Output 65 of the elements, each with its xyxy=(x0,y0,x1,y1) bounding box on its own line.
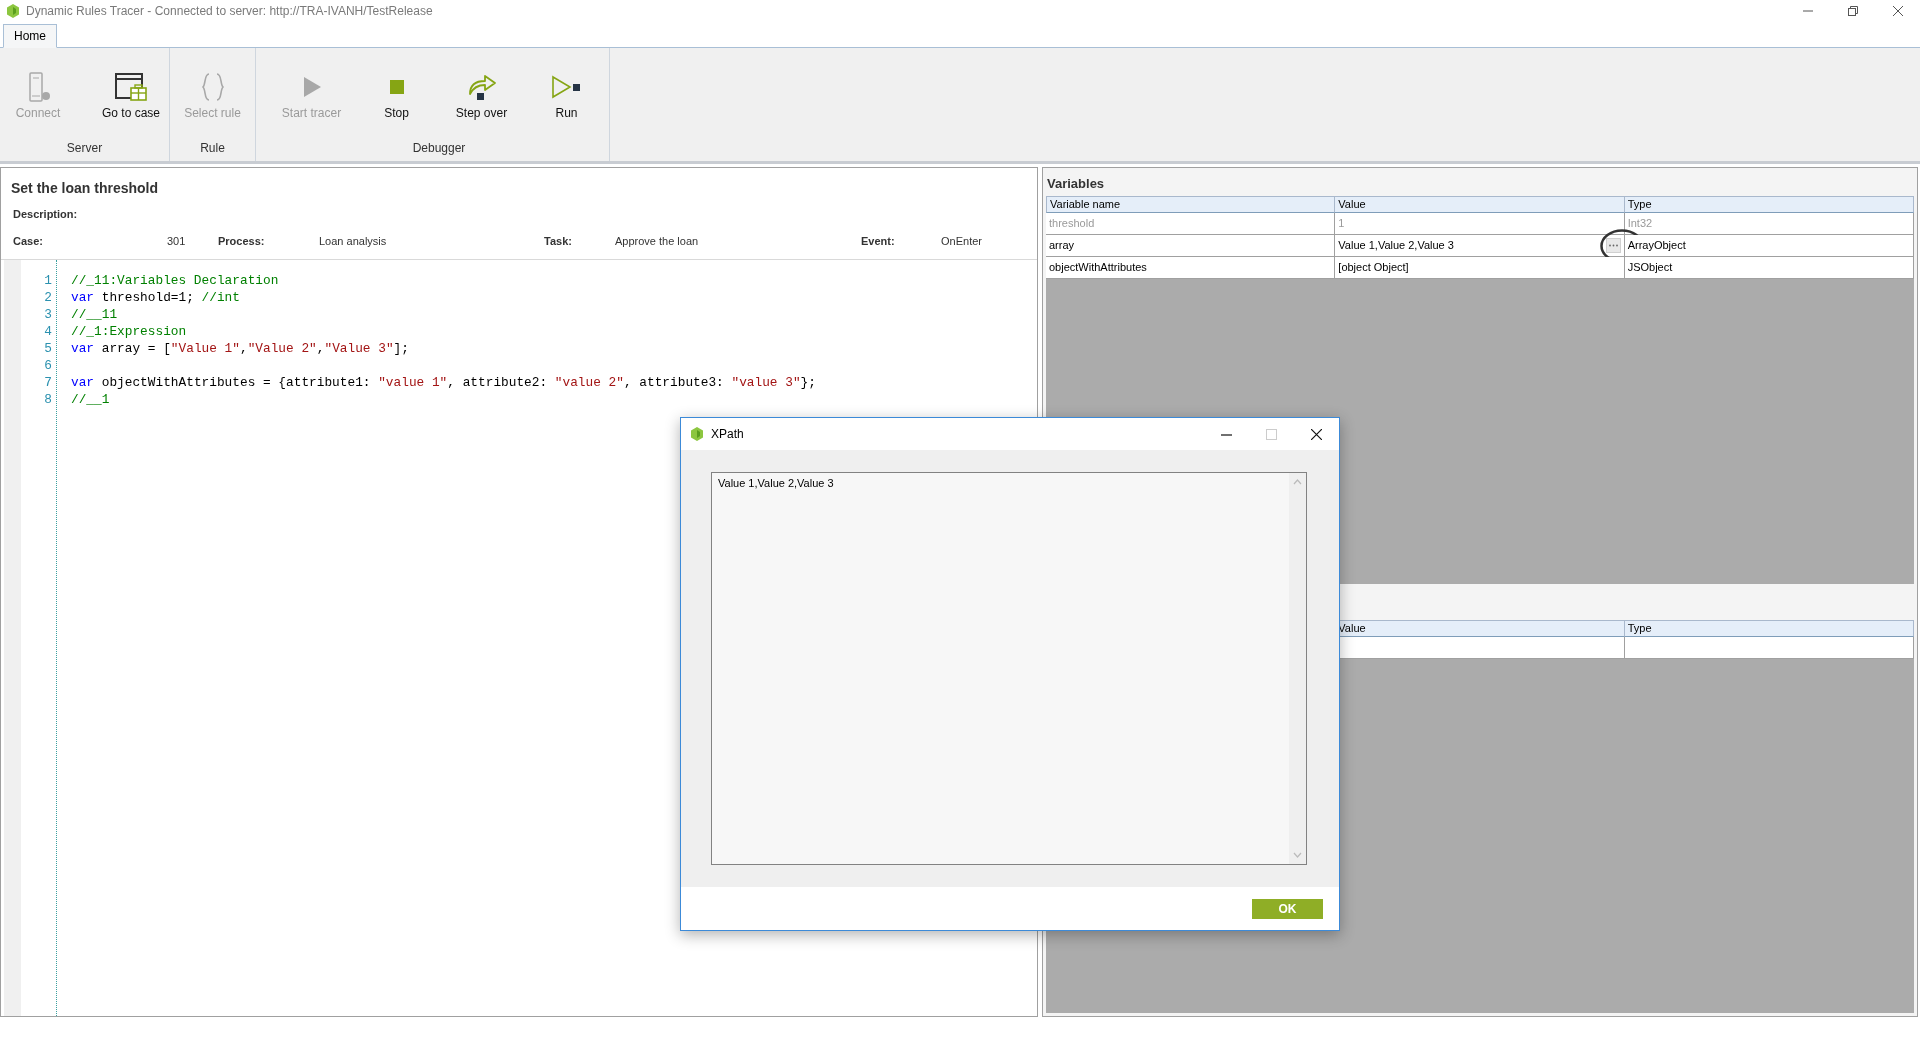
window-title: Dynamic Rules Tracer - Connected to server: http://TRA-IVANH/TestRelease xyxy=(26,4,433,18)
scroll-up-icon xyxy=(1293,479,1302,485)
code-line: //__11 xyxy=(71,306,118,323)
table-cell: JSObject xyxy=(1624,257,1914,279)
field-value: 301 xyxy=(167,235,187,247)
step-over-icon xyxy=(466,72,497,102)
panel-title: Variables xyxy=(1046,175,1106,193)
ribbon-button[interactable]: Step over xyxy=(439,68,524,120)
app-logo-icon xyxy=(689,426,705,442)
ellipsis-button[interactable] xyxy=(1605,238,1621,253)
line-number: 8 xyxy=(43,391,52,408)
group-label: Debugger xyxy=(411,140,467,157)
app-logo-icon xyxy=(5,3,21,19)
line-number: 6 xyxy=(43,357,52,374)
ribbon-button[interactable]: Go to case xyxy=(93,68,169,120)
field-value: OnEnter xyxy=(941,235,983,247)
field-value: Approve the loan xyxy=(615,235,700,247)
field-label: Event: xyxy=(861,235,896,247)
value-field[interactable]: Value 1,Value 2,Value 3 xyxy=(711,472,1307,865)
close-icon xyxy=(1311,428,1322,440)
more-icon xyxy=(1608,244,1618,247)
line-number: 1 xyxy=(43,272,52,289)
line-number: 3 xyxy=(43,306,52,323)
dialog-title: XPath xyxy=(711,427,744,441)
field-label: Task: xyxy=(544,235,573,247)
group-label: Server xyxy=(65,140,104,157)
window-icon xyxy=(114,71,148,103)
column-header[interactable]: Value xyxy=(1335,196,1625,213)
line-number: 2 xyxy=(43,289,52,306)
group-label: Rule xyxy=(199,140,226,157)
code-line: var array = ["Value 1","Value 2","Value 3"]; xyxy=(71,340,409,357)
rule-title: Set the loan threshold xyxy=(11,180,159,196)
code-line: //_11:Variables Declaration xyxy=(71,272,279,289)
table-cell: ArrayObject xyxy=(1624,235,1914,257)
code-line: //_1:Expression xyxy=(71,323,187,340)
table-cell: 1 xyxy=(1335,213,1625,235)
field-label: Description: xyxy=(13,208,79,220)
column-header[interactable]: Variable name xyxy=(1046,196,1336,213)
restore-icon xyxy=(1847,6,1858,16)
code-line: //__1 xyxy=(71,391,110,408)
play-icon xyxy=(301,76,322,98)
line-number: 7 xyxy=(43,374,52,391)
scrollbar[interactable] xyxy=(1289,473,1306,864)
scroll-down-icon xyxy=(1293,852,1302,858)
run-icon xyxy=(550,75,583,99)
table-cell: [object Object] xyxy=(1335,257,1625,279)
table-cell: threshold xyxy=(1046,213,1336,235)
field-value: Loan analysis xyxy=(319,235,388,247)
code-line: var objectWithAttributes = {attribute1: "value 1", attribute2: "value 2", attribute3: "value 3"}; xyxy=(71,374,816,391)
table-cell: Int32 xyxy=(1624,213,1914,235)
ribbon-tab[interactable]: Home xyxy=(3,24,57,48)
code-line: var threshold=1; //int xyxy=(71,289,240,306)
field-label: Process: xyxy=(218,235,266,247)
field-label: Case: xyxy=(13,235,44,247)
close-icon xyxy=(1892,6,1903,16)
ribbon-button[interactable]: Stop xyxy=(354,68,439,120)
maximize-icon xyxy=(1266,428,1277,440)
line-number: 4 xyxy=(43,323,52,340)
column-header[interactable]: Type xyxy=(1624,196,1914,213)
table-cell: objectWithAttributes xyxy=(1046,257,1336,279)
ribbon-button[interactable]: Run xyxy=(524,68,609,120)
table-cell: array xyxy=(1046,235,1336,257)
stop-icon xyxy=(389,80,404,94)
column-header[interactable]: Type xyxy=(1624,620,1914,637)
line-number: 5 xyxy=(43,340,52,357)
